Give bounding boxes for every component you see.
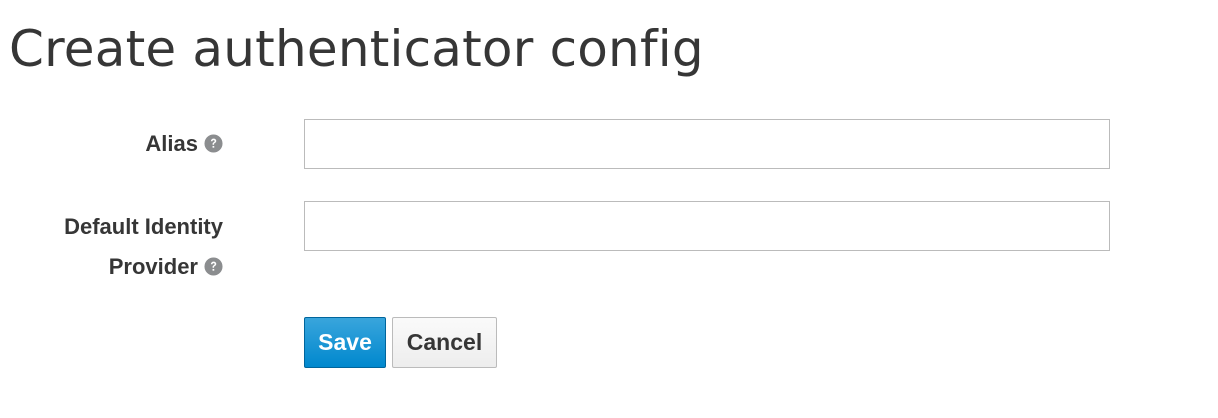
default-identity-provider-label: Default Identity Provider	[3, 207, 223, 287]
save-button[interactable]: Save	[304, 317, 386, 368]
question-circle-icon[interactable]	[204, 257, 223, 276]
alias-label: Alias	[3, 124, 223, 164]
default-identity-provider-label-line2-text: Provider	[108, 254, 198, 279]
question-circle-icon[interactable]	[204, 134, 223, 153]
default-identity-provider-label-line1: Default Identity	[64, 214, 223, 239]
alias-input[interactable]	[304, 119, 1110, 169]
alias-label-text: Alias	[145, 131, 198, 156]
create-authenticator-config-page: Create authenticator config Alias Defaul…	[0, 0, 1218, 418]
default-identity-provider-input[interactable]	[304, 201, 1110, 251]
page-title: Create authenticator config	[9, 20, 704, 78]
cancel-button[interactable]: Cancel	[392, 317, 497, 368]
default-identity-provider-label-line2: Provider	[3, 247, 223, 287]
